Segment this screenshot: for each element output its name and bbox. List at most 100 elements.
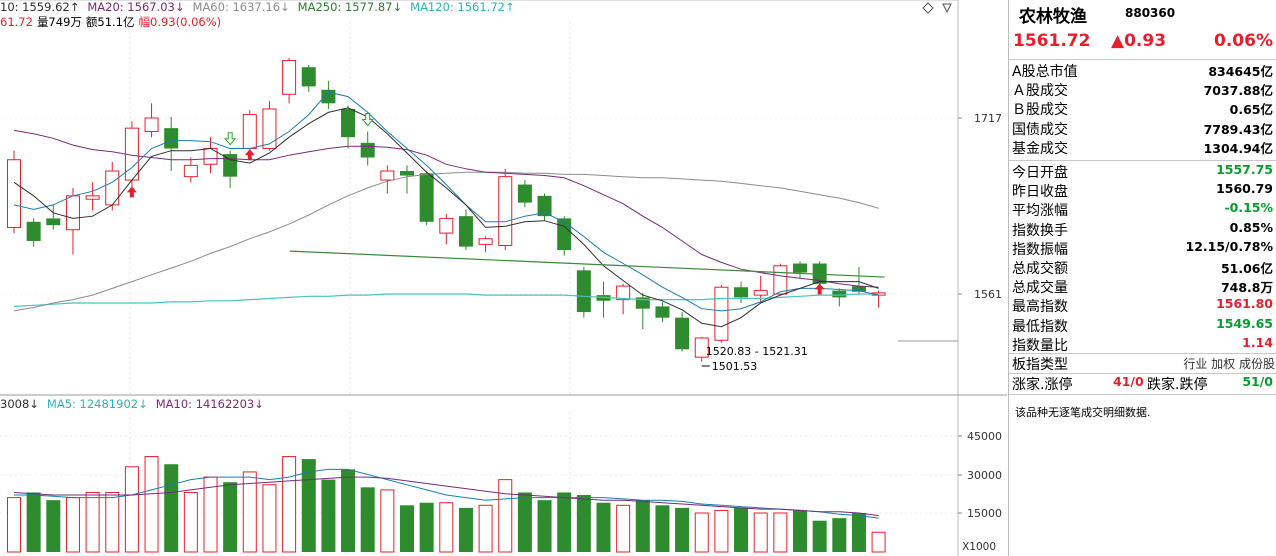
stat-value: 748.8万 — [1220, 280, 1273, 296]
stat-row: 国债成交 7789.43亿 — [1009, 119, 1276, 138]
volume-bar — [65, 497, 80, 553]
volume-bar — [360, 487, 375, 552]
volume-bar — [596, 502, 611, 552]
volume-bar — [793, 510, 807, 552]
stat-value: 1557.75 — [1216, 162, 1273, 177]
candle-body — [164, 128, 179, 149]
index-type-row[interactable]: 板指类型 行业 加权 成份股 — [1009, 354, 1276, 373]
stat-label: 平均涨幅 — [1012, 203, 1068, 220]
candle-body — [517, 184, 532, 203]
stat-label: 今日开盘 — [1012, 165, 1068, 181]
candle-body — [26, 221, 41, 241]
vol-ma5-legend: MA5: 12481902↓ — [46, 397, 148, 411]
candle-body — [832, 290, 847, 298]
info-amplitude: 幅0.93(0.06%) — [138, 15, 222, 29]
volume-bar — [675, 507, 690, 552]
volume-bar — [282, 456, 297, 553]
stat-value: 12.15/0.78% — [1185, 238, 1273, 254]
stat-label: 指数换手 — [1012, 222, 1068, 239]
volume-bar — [478, 504, 493, 553]
volume-bar — [635, 500, 650, 552]
stat-value: 834645亿 — [1208, 64, 1273, 79]
stat-value: 7789.43亿 — [1203, 121, 1273, 137]
volume-bar — [517, 492, 532, 552]
volume-bar — [124, 466, 139, 553]
stat-row: 指数换手 0.85% — [1009, 220, 1276, 239]
stat-row: 平均涨幅 -0.15% — [1009, 200, 1276, 219]
info-legend: 61.72 量749万 额51.1亿 幅0.93(0.06%) — [0, 14, 229, 30]
volume-bar — [773, 512, 788, 553]
index-name: 农林牧渔 — [1019, 7, 1087, 27]
volume-bar — [105, 491, 120, 553]
decliners-value: 51/0 — [1242, 374, 1273, 389]
price-axis-label: 1561 — [974, 288, 1002, 301]
stat-label: 最低指数 — [1012, 318, 1068, 335]
stat-row: 最低指数 1549.65 — [1009, 316, 1276, 335]
volume-axis-label: 45000 — [967, 430, 1002, 443]
volume-bar — [714, 509, 729, 553]
stat-row: 昨日收盘 1560.79 — [1009, 181, 1276, 200]
volume-legend: 3008↓ MA5: 12481902↓ MA10: 14162203↓ — [0, 397, 272, 411]
kline-chart-svg[interactable]: 1520.83 - 1521.31 1501.53 1717 1561 45000 300… — [0, 0, 1007, 556]
ma20-line — [13, 129, 879, 288]
candle-body — [793, 263, 807, 273]
divider — [1009, 394, 1276, 395]
candle-body — [360, 142, 375, 158]
volume-bar — [458, 507, 473, 552]
volume-bar — [616, 504, 631, 553]
index-code: 880360 — [1125, 6, 1176, 20]
candle-body — [576, 270, 591, 313]
candle-body — [380, 170, 395, 181]
stat-row: 总成交额 51.06亿 — [1009, 258, 1276, 277]
range-annotation: 1520.83 - 1521.31 — [706, 345, 808, 358]
stat-label: 基金成交 — [1012, 140, 1068, 157]
stat-row: Ａ股成交 7037.88亿 — [1009, 80, 1276, 99]
volume-bar — [419, 502, 434, 552]
stat-value: 1561.80 — [1216, 296, 1273, 312]
volume-bar — [7, 497, 21, 553]
kline-chart[interactable]: 1520.83 - 1521.31 1501.53 1717 1561 45000 300… — [0, 0, 1007, 556]
ma250-legend: MA250: 1577.87↓ — [297, 0, 403, 14]
candle-body — [282, 59, 297, 95]
candle-body — [557, 218, 572, 250]
candle-body — [773, 265, 788, 295]
ma10-line — [13, 91, 879, 312]
advancers-value: 41/0 — [1113, 374, 1144, 389]
stat-label: 昨日收盘 — [1012, 184, 1068, 201]
candle-body — [458, 216, 473, 247]
stat-row: 最高指数 1561.80 — [1009, 296, 1276, 315]
low-annotation: 1501.53 — [712, 360, 758, 373]
stat-label: A股总市值 — [1012, 64, 1078, 80]
ma10-legend: 10: 1559.62↑ — [0, 0, 80, 14]
info-volume: 量749万 — [36, 15, 82, 29]
candle-body — [85, 195, 100, 200]
volume-bar — [557, 492, 572, 552]
candle-body — [7, 159, 21, 228]
buy-signal-arrow-icon — [244, 149, 255, 161]
stat-value: 0.85% — [1229, 219, 1273, 235]
candle-body — [616, 285, 631, 301]
stat-value: 1549.65 — [1216, 315, 1273, 331]
volume-bar — [144, 456, 159, 553]
advancers-label: 涨家.涨停 — [1012, 377, 1073, 393]
stat-value: 1.14 — [1242, 334, 1273, 350]
volume-bar — [851, 513, 866, 552]
candle-body — [46, 218, 61, 226]
volume-bar — [655, 505, 670, 552]
volume-bar — [753, 512, 768, 553]
candle-body — [183, 164, 198, 178]
index-type-label: 板指类型 — [1012, 357, 1068, 373]
candle-body — [341, 108, 356, 138]
stat-value: 7037.88亿 — [1203, 83, 1273, 99]
buy-signal-arrow-icon — [126, 186, 137, 198]
ma-legend: 10: 1559.62↑ MA20: 1567.03↓ MA60: 1637.16↓… — [0, 0, 523, 14]
index-type-options[interactable]: 行业 加权 成份股 — [1183, 355, 1275, 372]
volume-unit-label: X1000 — [962, 541, 996, 553]
volume-bar — [321, 479, 336, 552]
buy-signal-arrow-icon — [814, 283, 825, 295]
volume-bar — [694, 512, 709, 553]
vol-ma-legend: 3008↓ — [0, 397, 39, 411]
volume-bar — [380, 489, 395, 553]
stat-label: 总成交量 — [1012, 280, 1068, 297]
last-price: 1561.72 — [1013, 31, 1091, 51]
